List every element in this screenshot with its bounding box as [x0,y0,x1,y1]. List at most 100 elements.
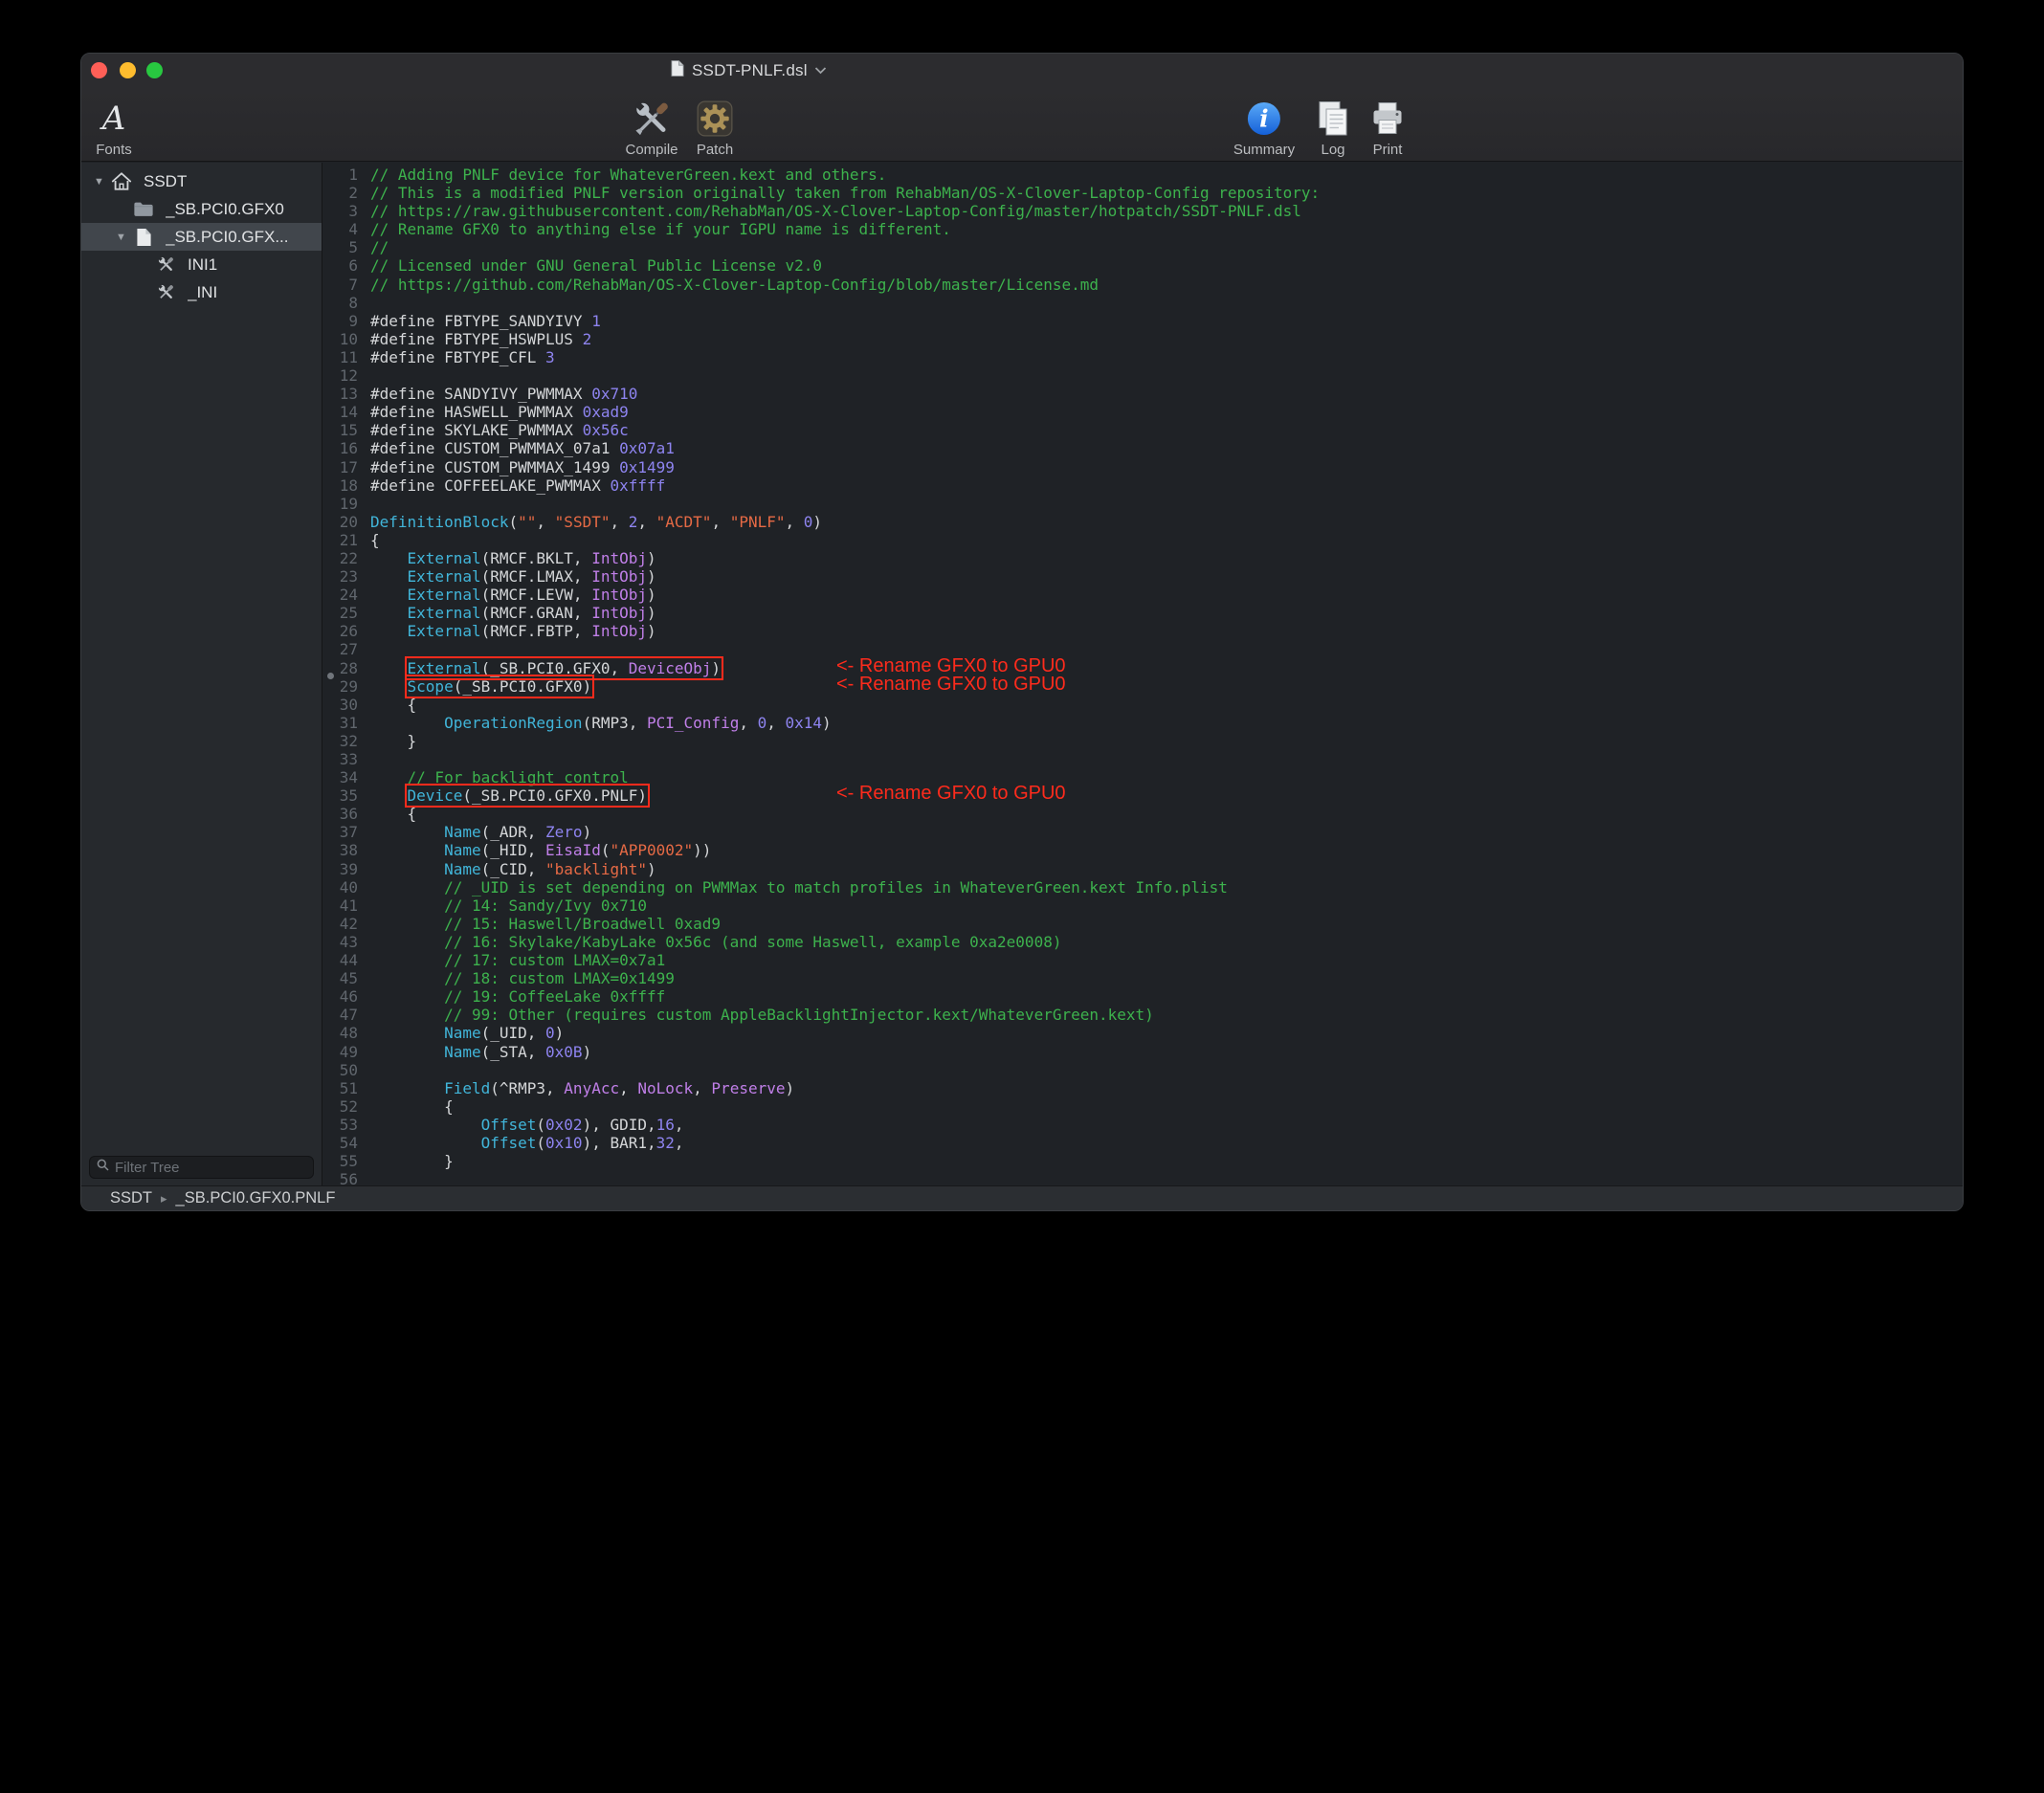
filter-field[interactable] [89,1156,314,1179]
line-number: 53 [323,1116,358,1134]
code-line[interactable]: 54 Offset(0x10), BAR1,32, [323,1134,1963,1152]
line-number: 41 [323,896,358,915]
window-title-group[interactable]: SSDT-PNLF.dsl [670,54,827,88]
code-line[interactable]: 12 [323,366,1963,385]
sidebar-item-sb-pci0-gfx0[interactable]: _SB.PCI0.GFX0 [81,195,322,223]
code-line[interactable]: 43 // 16: Skylake/KabyLake 0x56c (and so… [323,933,1963,951]
minimize-button[interactable] [120,62,136,78]
code-line[interactable]: 30 { [323,696,1963,714]
code-line[interactable]: 51 Field(^RMP3, AnyAcc, NoLock, Preserve… [323,1079,1963,1097]
code-line[interactable]: 18#define COFFEELAKE_PWMMAX 0xffff [323,476,1963,495]
code-line[interactable]: 10#define FBTYPE_HSWPLUS 2 [323,330,1963,348]
code-line[interactable]: 35 Device(_SB.PCI0.GFX0.PNLF)<- Rename G… [323,786,1963,805]
code-line[interactable]: 37 Name(_ADR, Zero) [323,823,1963,841]
breadcrumb-node[interactable]: _SB.PCI0.GFX0.PNLF [176,1189,336,1207]
code-content: { [358,696,416,714]
title-bar[interactable]: SSDT-PNLF.dsl [81,54,1963,88]
code-lines: 1// Adding PNLF device for WhateverGreen… [323,166,1963,1185]
code-line[interactable]: 4// Rename GFX0 to anything else if your… [323,220,1963,238]
code-line[interactable]: 34 // For backlight control [323,768,1963,786]
line-number: 24 [323,586,358,604]
code-line[interactable]: 31 OperationRegion(RMP3, PCI_Config, 0, … [323,714,1963,732]
close-button[interactable] [91,62,107,78]
toolbar-button-fonts[interactable]: A Fonts [96,93,132,158]
code-line[interactable]: 42 // 15: Haswell/Broadwell 0xad9 [323,915,1963,933]
code-line[interactable]: 20DefinitionBlock("", "SSDT", 2, "ACDT",… [323,513,1963,531]
code-line[interactable]: 19 [323,495,1963,513]
code-line[interactable]: 38 Name(_HID, EisaId("APP0002")) [323,841,1963,859]
code-line[interactable]: 47 // 99: Other (requires custom AppleBa… [323,1006,1963,1024]
sidebar-item-ssdt[interactable]: ▼SSDT [81,167,322,195]
code-content: { [358,805,416,823]
code-line[interactable]: 28 External(_SB.PCI0.GFX0, DeviceObj)<- … [323,659,1963,677]
toolbar-button-summary[interactable]: i Summary [1233,93,1295,158]
code-line[interactable]: 27 [323,640,1963,658]
code-line[interactable]: 8 [323,294,1963,312]
code-line[interactable]: 7// https://github.com/RehabMan/OS-X-Clo… [323,276,1963,294]
sidebar-item-sb-pci0-gfx[interactable]: ▼_SB.PCI0.GFX... [81,223,322,251]
sidebar-item-ini1[interactable]: INI1 [81,251,322,278]
toolbar-button-compile[interactable]: Compile [625,93,678,158]
code-content: Scope(_SB.PCI0.GFX0) [358,677,591,696]
code-line[interactable]: 36 { [323,805,1963,823]
toolbar-label-patch: Patch [697,142,733,158]
code-line[interactable]: 23 External(RMCF.LMAX, IntObj) [323,567,1963,586]
code-line[interactable]: 13#define SANDYIVY_PWMMAX 0x710 [323,385,1963,403]
disclosure-triangle-icon[interactable]: ▼ [89,176,109,188]
code-content: // This is a modified PNLF version origi… [358,184,1320,202]
patch-gear-icon [695,95,735,142]
code-line[interactable]: 25 External(RMCF.GRAN, IntObj) [323,604,1963,622]
document-proxy-icon[interactable] [670,59,685,82]
code-content: // https://raw.githubusercontent.com/Reh… [358,202,1301,220]
code-line[interactable]: 21{ [323,531,1963,549]
code-line[interactable]: 55 } [323,1152,1963,1170]
code-line[interactable]: 32 } [323,732,1963,750]
breadcrumb-root[interactable]: SSDT [110,1189,152,1207]
line-number: 36 [323,805,358,823]
code-line[interactable]: 6// Licensed under GNU General Public Li… [323,256,1963,275]
code-line[interactable]: 41 // 14: Sandy/Ivy 0x710 [323,896,1963,915]
code-line[interactable]: 48 Name(_UID, 0) [323,1024,1963,1042]
code-line[interactable]: 24 External(RMCF.LEVW, IntObj) [323,586,1963,604]
code-line[interactable]: 17#define CUSTOM_PWMMAX_1499 0x1499 [323,458,1963,476]
filter-input[interactable] [115,1160,306,1176]
sidebar-item-ini[interactable]: _INI [81,278,322,306]
code-line[interactable]: 40 // _UID is set depending on PWMMax to… [323,878,1963,896]
disclosure-triangle-icon[interactable]: ▼ [111,232,131,243]
code-line[interactable]: 49 Name(_STA, 0x0B) [323,1043,1963,1061]
code-line[interactable]: 39 Name(_CID, "backlight") [323,860,1963,878]
code-line[interactable]: 52 { [323,1097,1963,1116]
toolbar-label-fonts: Fonts [96,142,132,158]
code-line[interactable]: 44 // 17: custom LMAX=0x7a1 [323,951,1963,969]
code-line[interactable]: 9#define FBTYPE_SANDYIVY 1 [323,312,1963,330]
code-line[interactable]: 5// [323,238,1963,256]
toolbar-button-print[interactable]: Print [1368,93,1407,158]
toolbar-label-summary: Summary [1233,142,1295,158]
code-line[interactable]: 16#define CUSTOM_PWMMAX_07a1 0x07a1 [323,439,1963,457]
sidebar-tree: ▼SSDT _SB.PCI0.GFX0 ▼_SB.PCI0.GFX...INI1_I… [81,163,322,306]
app-window: SSDT-PNLF.dsl A Fonts [80,53,1964,1211]
code-line[interactable]: 15#define SKYLAKE_PWMMAX 0x56c [323,421,1963,439]
code-line[interactable]: 2// This is a modified PNLF version orig… [323,184,1963,202]
code-line[interactable]: 45 // 18: custom LMAX=0x1499 [323,969,1963,987]
code-line[interactable]: 26 External(RMCF.FBTP, IntObj) [323,622,1963,640]
code-line[interactable]: 56 [323,1170,1963,1185]
sidebar-item-label: _SB.PCI0.GFX0 [166,200,284,219]
code-line[interactable]: 29 Scope(_SB.PCI0.GFX0)<- Rename GFX0 to… [323,677,1963,696]
toolbar-button-log[interactable]: Log [1314,93,1352,158]
code-line[interactable]: 14#define HASWELL_PWMMAX 0xad9 [323,403,1963,421]
code-editor[interactable]: 1// Adding PNLF device for WhateverGreen… [323,163,1963,1185]
code-line[interactable]: 11#define FBTYPE_CFL 3 [323,348,1963,366]
code-line[interactable]: 50 [323,1061,1963,1079]
code-line[interactable]: 1// Adding PNLF device for WhateverGreen… [323,166,1963,184]
code-line[interactable]: 33 [323,750,1963,768]
code-line[interactable]: 53 Offset(0x02), GDID,16, [323,1116,1963,1134]
zoom-button[interactable] [146,62,163,78]
code-content: External(RMCF.FBTP, IntObj) [358,622,656,640]
document-icon [131,227,156,248]
chevron-down-icon[interactable] [814,62,827,79]
toolbar-button-patch[interactable]: Patch [695,93,735,158]
code-line[interactable]: 3// https://raw.githubusercontent.com/Re… [323,202,1963,220]
code-line[interactable]: 22 External(RMCF.BKLT, IntObj) [323,549,1963,567]
code-line[interactable]: 46 // 19: CoffeeLake 0xffff [323,987,1963,1006]
